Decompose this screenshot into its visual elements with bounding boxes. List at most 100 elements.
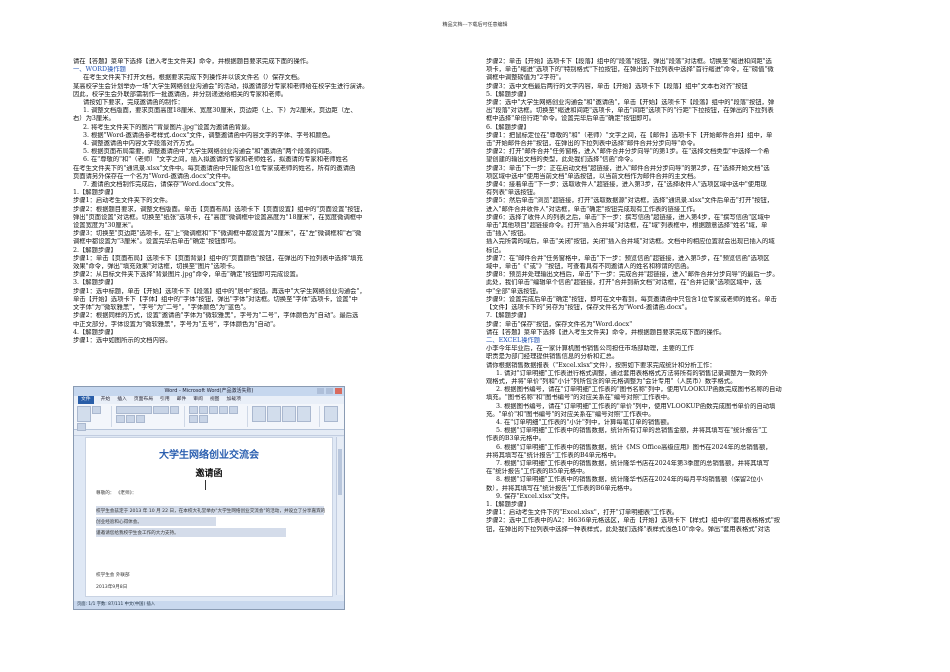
- text-line: 此处，我们单击"编辑单个信函"超链接，打开"合并到新文档"对话框，在"合并记录"…: [486, 279, 762, 287]
- text-line: 中"全部"单选按钮。: [486, 287, 543, 295]
- menu-tab[interactable]: 视图: [210, 396, 220, 404]
- text-line: 进入"邮件合并收件人"对话框，单击"确定"按钮完成现有工作表的链接工作。: [486, 205, 700, 213]
- text-line: 3.【解题步骤】: [73, 279, 117, 287]
- text-line: 步骤2：根据同样的方式，设置"邀请函"字体为"微软雅黑"，字号为"二号"，字体颜…: [73, 312, 359, 320]
- text-line: 7. 根据"订单明细"工作表中的销售数据，统计隆华书店在2024年第3季度的总销…: [496, 459, 770, 467]
- text-line: 1.【解题步骤】: [73, 189, 117, 197]
- styles-group: [251, 406, 320, 427]
- doc-date-line: 2013年9月8日: [96, 585, 128, 590]
- text-line: 在考生文件夹下的"通讯录.xlsx"文件中。每页邀请函中只能包含1位专家或老师的…: [73, 164, 356, 172]
- text-line: 步骤1：启动考生文件下的"Excel.xlsx"，打开"订单明细表"工作表。: [486, 509, 679, 517]
- text-line: 5.【解题步骤】: [486, 90, 530, 98]
- page-header: 精品文档---下载后可任意编辑: [442, 22, 508, 28]
- menu-tab[interactable]: 插入: [117, 396, 127, 404]
- text-line: 6.【解题步骤】: [486, 123, 530, 131]
- menu-tab[interactable]: 开始: [101, 396, 111, 404]
- text-line: 2. 根据图书编号，请在"订单明细"工作表的"图书名称"列中，使用VLOOKUP…: [496, 386, 782, 394]
- italic-icon[interactable]: [116, 415, 126, 423]
- text-line: 5. 根据页面布局需要，调整邀请函中"大学生网络创业沟通会"和"邀请函"两个段落…: [83, 148, 336, 156]
- cut-icon[interactable]: [92, 406, 101, 414]
- vertical-scrollbar[interactable]: [336, 437, 343, 595]
- minimize-icon[interactable]: [317, 388, 324, 394]
- word-menubar: 文件 开始 插入 页面布局 引用 邮件 审阅 视图 加载项: [74, 396, 344, 404]
- style-heading1[interactable]: [281, 406, 296, 422]
- style-no-spacing[interactable]: [266, 406, 281, 422]
- text-line: 文字体"为"微软雅黑"，"字号"为"二号"，"字体颜色"为"蓝色"。: [73, 304, 250, 312]
- text-line: 单击"其他项目"超链接命令。打开"插入合并域"对话框，在"域"列表框中，根据题意…: [486, 222, 768, 230]
- menu-tab[interactable]: 页面布局: [134, 396, 153, 404]
- close-icon[interactable]: [335, 388, 342, 394]
- justify-icon[interactable]: [188, 415, 198, 423]
- font-size-select[interactable]: [153, 406, 170, 414]
- text-line: 步骤3：切换至"页边距"选项卡，在"上"微调框和"下"微调框中都设置为"2厘米"…: [73, 230, 362, 238]
- text-line: 步骤1：选中如图所示的文档内容。: [73, 336, 172, 344]
- left-column: 请在【答题】菜单下选择【进入考生文件夹】命令，并根据题目要求完成下面的操作。 一、…: [73, 58, 475, 345]
- text-line: 1.【解题步骤】: [486, 500, 530, 508]
- text-line: 调框中调整磅值为"2字符"。: [486, 74, 566, 82]
- text-line: 在"统计报告"工作表的B5单元格中。: [486, 468, 589, 476]
- style-normal[interactable]: [251, 406, 266, 422]
- text-line: 有列表"单选按钮。: [486, 189, 540, 197]
- menu-tab[interactable]: 引用: [160, 396, 170, 404]
- text-line: 步骤2：选中工作表中的A2：H636单元格选区，单击【开始】选项卡下【样式】组中…: [486, 517, 781, 525]
- section-heading: 一、WORD操作题: [73, 66, 126, 74]
- text-line: 【文件】选项卡下的"另存为"按钮，保存文件名为"Word-邀请函.docx"。: [486, 304, 691, 312]
- font-color-icon[interactable]: [136, 415, 146, 423]
- word-ribbon: [74, 404, 344, 431]
- menu-tab[interactable]: 审阅: [193, 396, 203, 404]
- style-heading2[interactable]: [296, 406, 311, 422]
- text-line: 并将其填写在"统计报告"工作表的B4单元格中。: [486, 451, 621, 459]
- status-bar: 页面: 1/1 字数: 87/111 中文(中国) 插入: [74, 601, 344, 609]
- menu-tab[interactable]: 文件: [78, 396, 94, 404]
- find-icon[interactable]: [323, 406, 338, 422]
- text-line: 步骤1：选中标题，单击【开始】选项卡下【段落】组中的"居中"按钮。再选中"大学生…: [73, 287, 366, 295]
- text-line: 步骤：选中"大学生网络创业沟通会"和"邀请函"，单击【开始】选项卡下【段落】组中…: [486, 99, 775, 107]
- menu-tab[interactable]: 加载项: [226, 396, 240, 404]
- underline-icon[interactable]: [126, 415, 136, 423]
- text-line: 页面请另外保存在一个名为"Word-邀请函.docx"文件中。: [73, 172, 235, 180]
- text-line: 某高校学生会计划举办一场"大学生网络创业沟通会"的活动，拟邀请部分专家和老师给在…: [73, 82, 369, 90]
- text-line: 小李今年毕业后，在一家计算机图书销售公司担任市场部助理，主要的工作: [486, 345, 694, 353]
- text-line: 框中选择"单倍行距"命令。设置完毕后单击"确定"按钮即可。: [486, 115, 656, 123]
- text-line: 步骤1：单击【页面布局】选项卡下【页面背景】组中的"页面颜色"按钮，在弹出的下拉…: [73, 254, 363, 262]
- scroll-thumb[interactable]: [338, 449, 342, 495]
- text-line: 效果"命令，弹出"填充效果"对话框，切换至"图片"选项卡。: [73, 263, 239, 271]
- doc-body-line: 校学生会兹定于 2013 年 10 月 22 日，在本校大礼堂举办"大学生网络创…: [96, 509, 326, 514]
- copy-icon[interactable]: [77, 423, 86, 431]
- text-line: 右）为3厘米。: [73, 115, 115, 123]
- doc-subtitle: 邀请函: [195, 469, 223, 479]
- text-line: 步骤1：把鼠标定位在"尊敬的"和"（老师）"文字之间，在【邮件】选项卡下【开始邮…: [486, 131, 773, 139]
- menu-tab[interactable]: 邮件: [177, 396, 187, 404]
- doc-body-line: 创业经验和心得体会。: [96, 520, 142, 525]
- text-line: 步骤4：接着单击"下一步：选取收件人"超链接，进入第3步，在"选择收件人"选项区…: [486, 181, 767, 189]
- word-screenshot: Word - Microsoft Word(产品激活失败) 文件 开始 插入 页面布局…: [73, 386, 345, 610]
- maximize-icon[interactable]: [326, 388, 333, 394]
- align-left-icon[interactable]: [208, 406, 218, 414]
- text-line: 域中，单击"《"或"》"按钮，可查看具有不同邀请人的姓名和称谓的信函。: [486, 263, 693, 271]
- text-line: 出"段落"对话框。切换至"缩进和间距"选项卡，单击"间距"选项下的"行距"下拉按…: [486, 107, 774, 115]
- text-line: 4.【解题步骤】: [73, 328, 117, 336]
- text-line: 弹出"页面设置"对话框。切换至"纸张"选项卡，在"高度"微调框中设置高度为"18…: [73, 213, 363, 221]
- text-line: 步骤2：从目标文件夹下选择"背景图片.jpg"命令，单击"确定"按钮即可完成设置…: [73, 271, 303, 279]
- paste-icon[interactable]: [77, 406, 91, 422]
- text-line: 步骤：单击"保存"按钮，保存文件名为"Word.docx": [486, 320, 633, 328]
- font-select[interactable]: [116, 406, 153, 414]
- line-spacing-icon[interactable]: [198, 415, 208, 423]
- text-line: 4. 在"订单明细"工作表的"小计"列中，计算每笔订单的销售额。: [496, 418, 674, 426]
- numbering-icon[interactable]: [198, 406, 208, 414]
- align-right-icon[interactable]: [228, 406, 238, 414]
- bold-icon[interactable]: [170, 406, 180, 414]
- align-center-icon[interactable]: [218, 406, 228, 414]
- document-page[interactable]: 大学生网络创业交流会 邀请函 尊敬的： 《老师》： 校学生会兹定于 2013 年…: [85, 437, 333, 597]
- text-line: 请在【答题】菜单下选择【进入考生文件夹】命令，并根据题目要求完成下面的操作。: [486, 328, 726, 336]
- text-line: 请在【答题】菜单下选择【进入考生文件夹】命令，并根据题目要求完成下面的操作。: [73, 58, 313, 65]
- text-line: 3. 根据图书编号，请在"订单明细"工作表的"单价"列中，使用VLOOKUP函数…: [496, 402, 776, 410]
- text-line: 数），并将其填写在"统计报告"工作表的B6单元格中。: [486, 484, 636, 492]
- text-line: 调框中都设置为"3厘米"。设置完毕后单击"确定"按钮即可。: [73, 238, 240, 246]
- ruler: [74, 430, 344, 436]
- text-line: 步骤3：选中文档最后两行的文字内容，单击【开始】选项卡下【段落】组中"文本右对齐…: [486, 82, 748, 90]
- doc-salutation: 尊敬的： 《老师》：: [96, 491, 137, 496]
- text-line: 作表的B3单元格中。: [486, 435, 546, 443]
- bullets-icon[interactable]: [188, 406, 198, 414]
- word-title: Word - Microsoft Word(产品激活失败): [164, 388, 254, 394]
